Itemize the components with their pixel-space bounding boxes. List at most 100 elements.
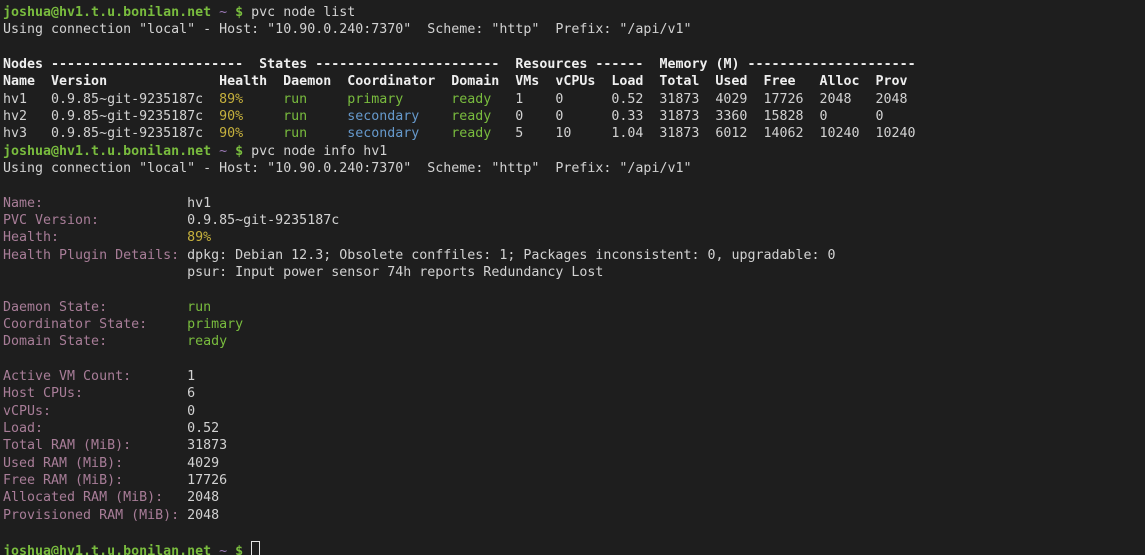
cell-load: 1.04: [611, 125, 659, 142]
info-row-health: Health:89%: [3, 229, 1145, 246]
prompt-line-1: joshua@hv1.t.u.bonilan.net~$pvc node lis…: [3, 4, 1145, 21]
cell-prov-ram: 2048: [876, 91, 908, 108]
table-section-header: Nodes ------------------------ States --…: [3, 56, 1145, 73]
command-pvc-node-list: pvc node list: [251, 5, 355, 20]
info-value: 0.9.85~git-9235187c: [187, 213, 339, 228]
info-value: 1: [187, 369, 195, 384]
cell-coordinator-state: secondary: [347, 125, 451, 142]
cell-version: 0.9.85~git-9235187c: [51, 125, 219, 142]
cell-vcpus: 10: [555, 125, 611, 142]
cell-vms: 5: [515, 125, 555, 142]
prompt-cwd: ~: [219, 5, 227, 20]
terminal-cursor: [251, 541, 260, 555]
info-row-host-cpus: Host CPUs:6: [3, 385, 1145, 402]
cell-free-ram: 17726: [763, 91, 819, 108]
cell-health: 90%: [219, 108, 283, 125]
connection-text: Using connection "local" - Host: "10.90.…: [3, 22, 691, 37]
info-row-total-ram: Total RAM (MiB):31873: [3, 437, 1145, 454]
column-header-name: Name: [3, 73, 51, 90]
column-header-coordinator: Coordinator: [347, 73, 451, 90]
cell-load: 0.33: [611, 108, 659, 125]
info-row-used-ram: Used RAM (MiB):4029: [3, 455, 1145, 472]
cell-domain-state: ready: [451, 125, 515, 142]
blank-line: [3, 177, 1145, 194]
cell-domain-state: ready: [451, 91, 515, 108]
command-pvc-node-info: pvc node info hv1: [251, 144, 387, 159]
cell-name: hv1: [3, 91, 51, 108]
table-row-hv1: hv10.9.85~git-9235187c89%runprimaryready…: [3, 91, 1145, 108]
info-value: 4029: [187, 456, 219, 471]
info-row-load: Load:0.52: [3, 420, 1145, 437]
info-row-plugin-details-2: psur: Input power sensor 74h reports Red…: [3, 264, 1145, 281]
connection-text: Using connection "local" - Host: "10.90.…: [3, 161, 691, 176]
info-label: Daemon State:: [3, 299, 187, 316]
prompt-cwd: ~: [219, 544, 227, 555]
cell-prov-ram: 10240: [876, 125, 908, 142]
prompt-symbol: $: [235, 5, 243, 20]
cell-health: 90%: [219, 125, 283, 142]
blank-line: [3, 351, 1145, 368]
info-label: Active VM Count:: [3, 368, 187, 385]
cell-daemon-state: run: [283, 125, 347, 142]
cell-used-ram: 3360: [715, 108, 763, 125]
info-label: Total RAM (MiB):: [3, 437, 187, 454]
info-value: 2048: [187, 508, 219, 523]
blank-line: [3, 39, 1145, 56]
info-label: Health:: [3, 229, 187, 246]
cell-domain-state: ready: [451, 108, 515, 125]
cell-vms: 0: [515, 108, 555, 125]
info-value: 31873: [187, 438, 227, 453]
cell-load: 0.52: [611, 91, 659, 108]
column-header-domain: Domain: [451, 73, 515, 90]
info-value-coordinator-state: primary: [187, 317, 243, 332]
prompt-cwd: ~: [219, 144, 227, 159]
table-column-header: NameVersionHealthDaemonCoordinatorDomain…: [3, 73, 1145, 90]
prompt-user-host: joshua@hv1.t.u.bonilan.net: [3, 144, 211, 159]
table-row-hv2: hv20.9.85~git-9235187c90%runsecondaryrea…: [3, 108, 1145, 125]
cell-name: hv3: [3, 125, 51, 142]
info-label: Load:: [3, 420, 187, 437]
cell-used-ram: 4029: [715, 91, 763, 108]
info-value-daemon-state: run: [187, 300, 211, 315]
info-value-domain-state: ready: [187, 334, 227, 349]
info-label: Coordinator State:: [3, 316, 187, 333]
cell-free-ram: 14062: [763, 125, 819, 142]
info-value: 2048: [187, 490, 219, 505]
cell-used-ram: 6012: [715, 125, 763, 142]
cell-total-ram: 31873: [659, 108, 715, 125]
info-row-allocated-ram: Allocated RAM (MiB):2048: [3, 489, 1145, 506]
info-label: PVC Version:: [3, 212, 187, 229]
info-label: Free RAM (MiB):: [3, 472, 187, 489]
info-label: Used RAM (MiB):: [3, 455, 187, 472]
column-header-free: Free: [763, 73, 819, 90]
prompt-symbol: $: [235, 544, 243, 555]
table-row-hv3: hv30.9.85~git-9235187c90%runsecondaryrea…: [3, 125, 1145, 142]
cell-alloc-ram: 2048: [819, 91, 875, 108]
info-label: Health Plugin Details:: [3, 247, 187, 264]
column-header-used: Used: [715, 73, 763, 90]
table-section-header-text: Nodes ------------------------ States --…: [3, 57, 916, 72]
column-header-vms: VMs: [515, 73, 555, 90]
column-header-prov: Prov: [876, 73, 908, 90]
prompt-line-2: joshua@hv1.t.u.bonilan.net ~ $ pvc node inf…: [3, 143, 1145, 160]
info-value: 0.52: [187, 421, 219, 436]
cell-total-ram: 31873: [659, 91, 715, 108]
cell-alloc-ram: 0: [819, 108, 875, 125]
info-row-active-vm-count: Active VM Count:1: [3, 368, 1145, 385]
connection-line-1: Using connection "local" - Host: "10.90.…: [3, 21, 1145, 38]
cell-total-ram: 31873: [659, 125, 715, 142]
cell-free-ram: 15828: [763, 108, 819, 125]
info-row-vcpus: vCPUs:0: [3, 403, 1145, 420]
info-value-plugin-dpkg: dpkg: Debian 12.3; Obsolete conffiles: 1…: [187, 248, 835, 263]
info-row-coordinator-state: Coordinator State:primary: [3, 316, 1145, 333]
column-header-health: Health: [219, 73, 283, 90]
info-label: vCPUs:: [3, 403, 187, 420]
terminal-window[interactable]: joshua@hv1.t.u.bonilan.net ~ $ pvc node lis…: [0, 0, 1145, 555]
prompt-symbol: $: [235, 144, 243, 159]
cell-version: 0.9.85~git-9235187c: [51, 108, 219, 125]
cell-coordinator-state: primary: [347, 91, 451, 108]
info-value: 0: [187, 404, 195, 419]
column-header-total: Total: [659, 73, 715, 90]
column-header-vcpus: vCPUs: [555, 73, 611, 90]
info-row-free-ram: Free RAM (MiB):17726: [3, 472, 1145, 489]
